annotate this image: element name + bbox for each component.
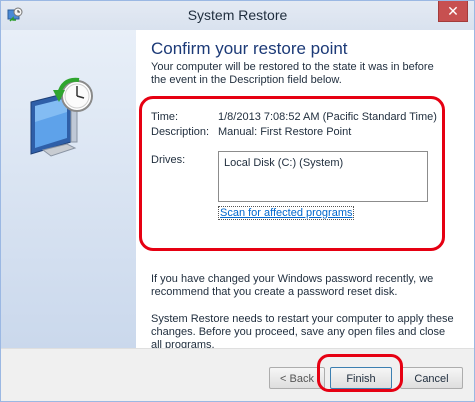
button-bar: < Back Finish Cancel [1,348,474,401]
title-bar[interactable]: System Restore ✕ [1,1,474,30]
drive-item[interactable]: Local Disk (C:) (System) [224,157,343,169]
drives-list[interactable]: Local Disk (C:) (System) [218,151,428,202]
close-icon: ✕ [447,3,459,19]
intro-text: Your computer will be restored to the st… [151,61,434,86]
system-restore-logo-icon [30,77,93,157]
close-button[interactable]: ✕ [438,1,468,22]
description-value: Manual: First Restore Point [218,126,352,138]
time-label: Time: [151,111,179,123]
cancel-button[interactable]: Cancel [400,367,463,389]
scan-affected-programs-link[interactable]: Scan for affected programs [218,206,355,220]
system-restore-window: System Restore ✕ Confirm your restore po… [0,0,475,402]
highlight-annotation-finish [317,354,403,392]
password-note: If you have changed your Windows passwor… [151,273,434,298]
restart-note: System Restore needs to restart your com… [151,313,454,351]
window-title: System Restore [187,7,288,23]
content-area: Confirm your restore point Your computer… [136,30,473,351]
description-label: Description: [151,126,210,138]
time-value: 1/8/2013 7:08:52 AM (Pacific Standard Ti… [218,111,437,123]
page-title: Confirm your restore point [151,39,348,58]
left-banner-panel [1,30,136,351]
drives-label: Drives: [151,154,186,166]
